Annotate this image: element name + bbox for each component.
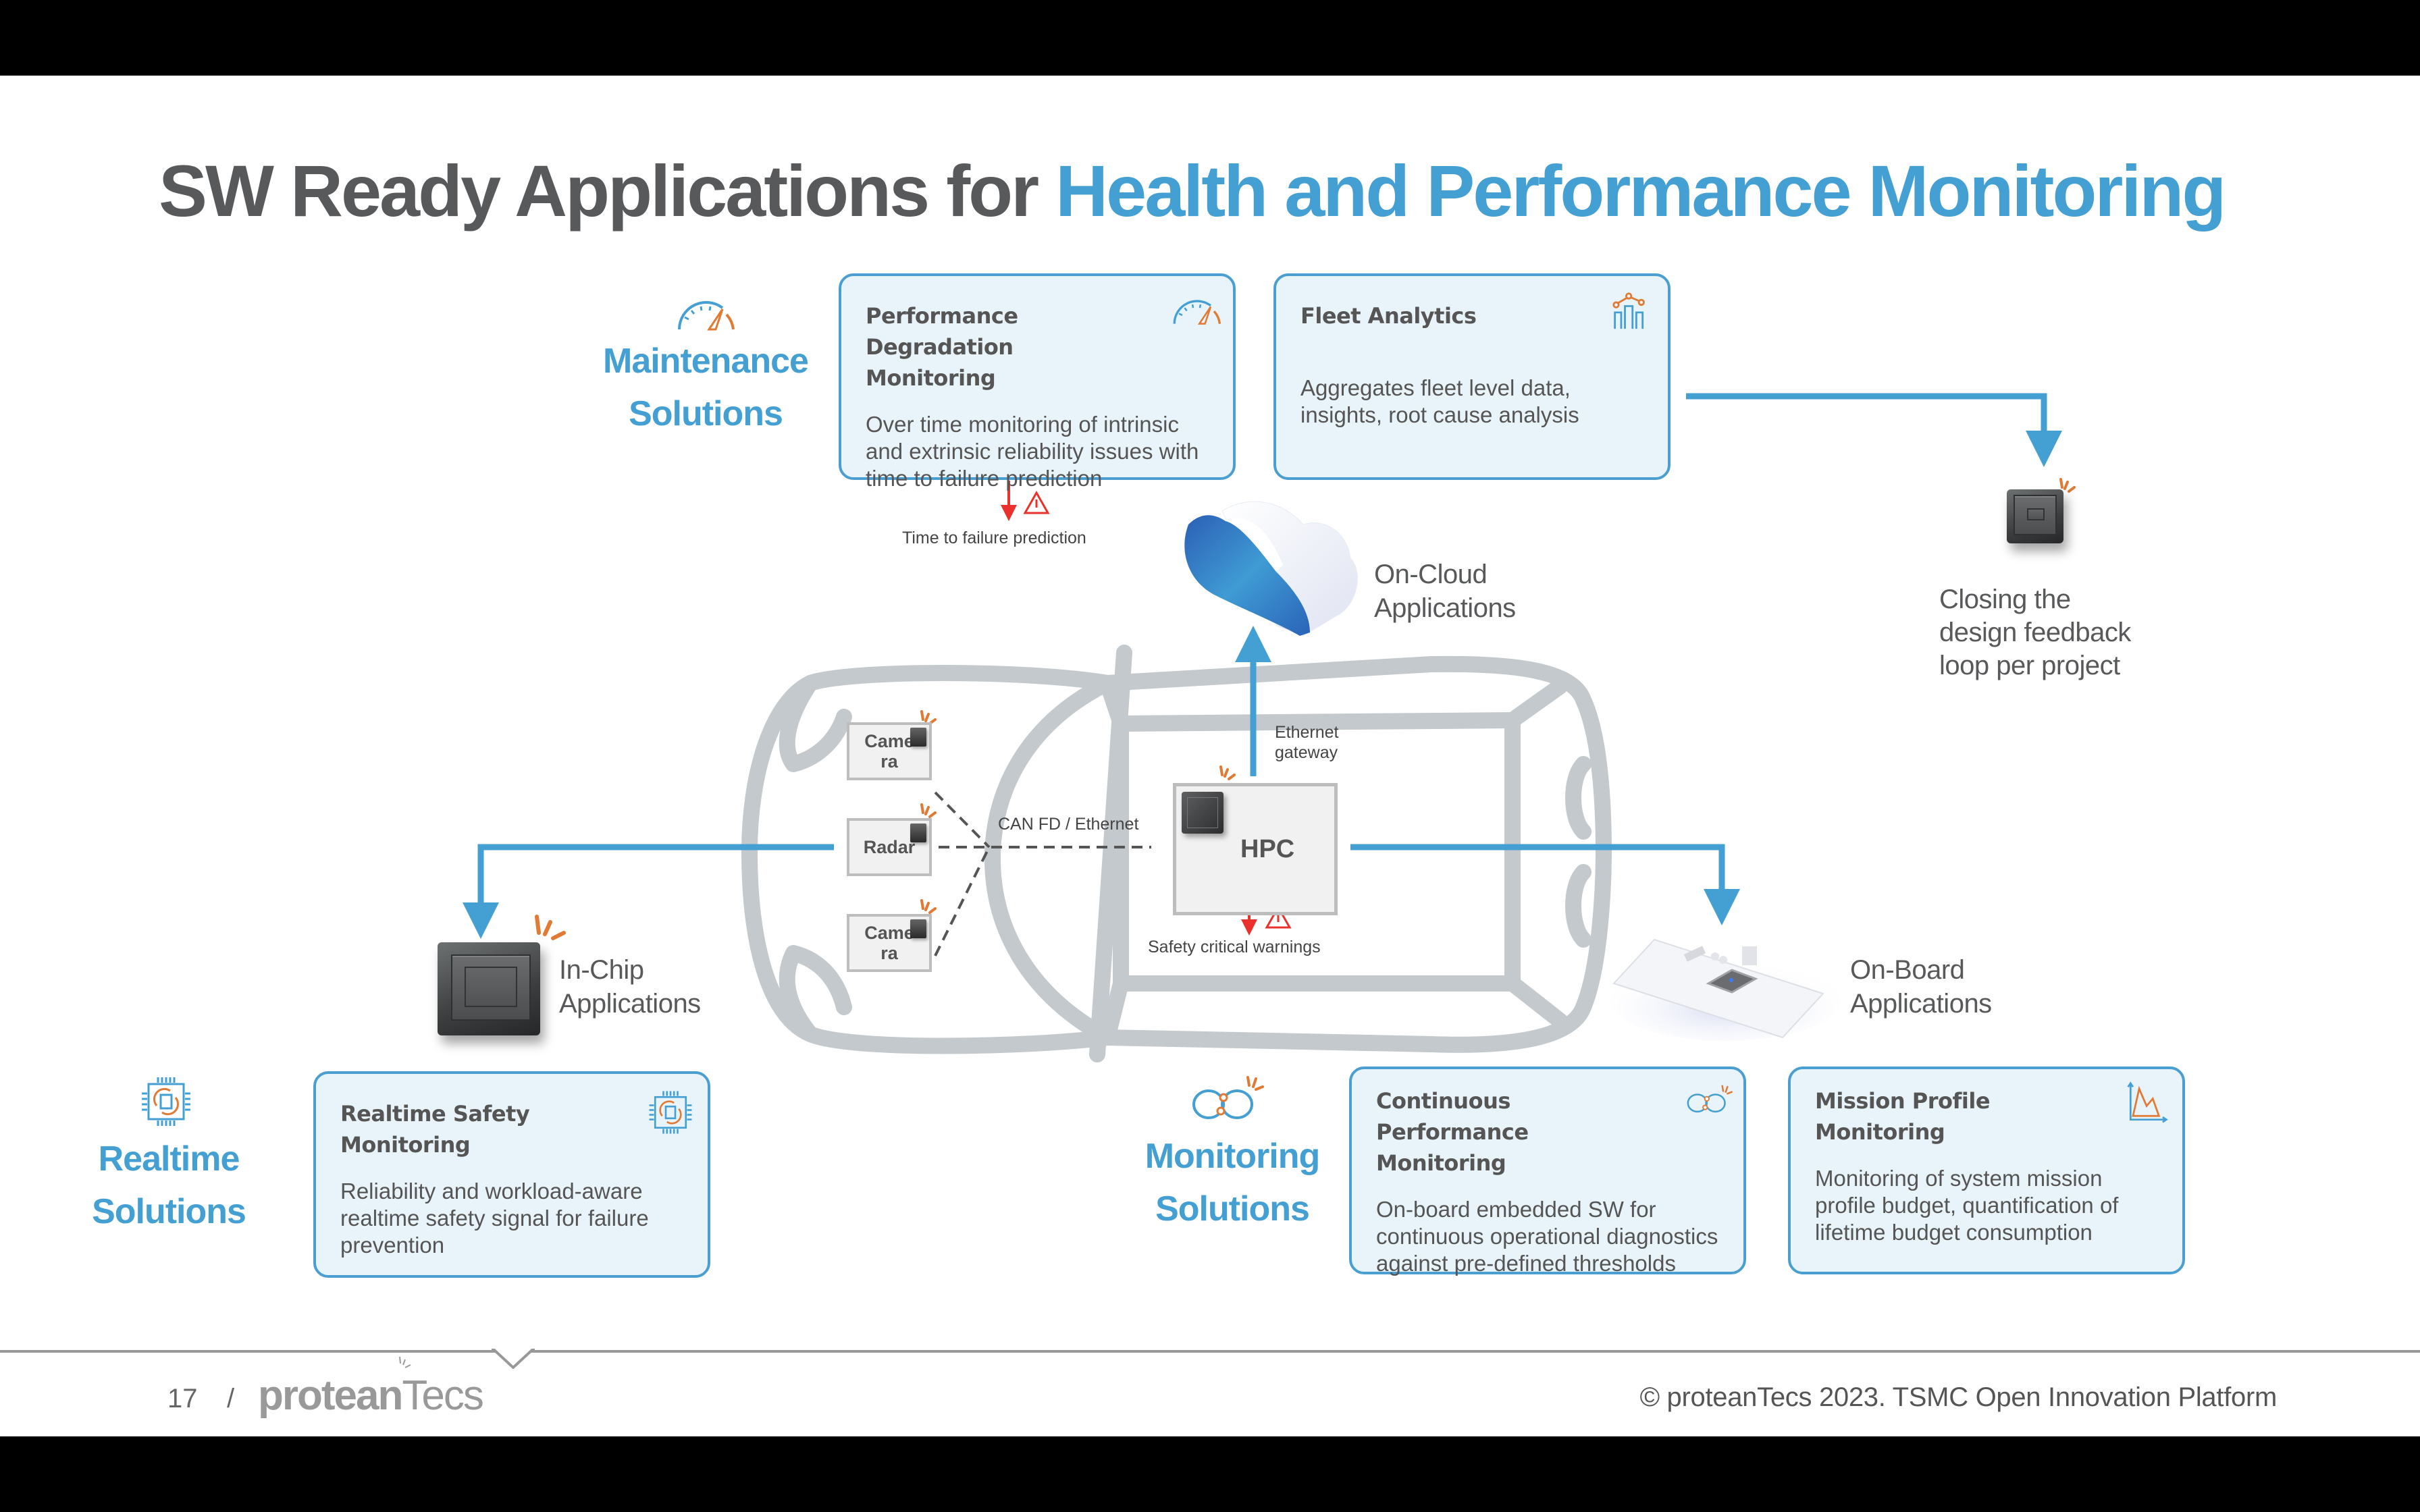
chip-cycle-icon: [142, 1077, 190, 1126]
speedometer-icon: [678, 301, 735, 331]
logo-light: Tecs: [402, 1372, 483, 1419]
page-separator: /: [227, 1384, 235, 1413]
label-line: In-Chip: [559, 955, 644, 985]
arrow-to-feedback: [1686, 393, 2062, 467]
card-description: Over time monitoring of intrinsic and ex…: [866, 412, 1199, 491]
card-description: Aggregates fleet level data, insights, r…: [1300, 375, 1579, 427]
label-line: Solutions: [629, 394, 783, 433]
logo-bold: protean: [258, 1372, 403, 1419]
card-description: On-board embedded SW for continuous oper…: [1376, 1197, 1718, 1276]
copyright-notice: © proteanTecs 2023. TSMC Open Innovation…: [1639, 1382, 2278, 1412]
on-cloud-label: On-Cloud Applications: [1374, 558, 1516, 625]
label-line: Solutions: [1155, 1189, 1310, 1228]
card-description: Reliability and workload-aware realtime …: [340, 1179, 649, 1258]
card-mission-profile[interactable]: Mission Profile Monitoring Monitoring of…: [1788, 1066, 2185, 1274]
sensor-camera-front[interactable]: Came ra: [847, 722, 932, 780]
hpc-box[interactable]: HPC: [1173, 783, 1338, 915]
feedback-loop-label: Closing the design feedback loop per pro…: [1939, 583, 2131, 682]
monitoring-solutions-label: Monitoring Solutions: [1114, 1130, 1350, 1235]
sensor-label: ra: [880, 751, 898, 772]
chip-icon: [910, 728, 926, 747]
cloud-icon: [1184, 501, 1358, 637]
label-line: Maintenance: [603, 342, 809, 381]
card-performance-degradation[interactable]: Performance Degradation Monitoring Over …: [839, 273, 1236, 491]
label-line: On-Board: [1850, 955, 1965, 985]
on-board-label: On-Board Applications: [1850, 953, 1992, 1021]
chip-cycle-icon: [649, 1091, 692, 1134]
arrow-to-in-chip: [463, 844, 834, 939]
sensor-label: Radar: [863, 837, 916, 857]
card-title: Performance Degradation Monitoring: [866, 303, 1018, 391]
feedback-chip-icon: [2007, 489, 2063, 543]
company-logo: proteanTecs: [258, 1372, 484, 1420]
sensor-label: Came: [864, 923, 914, 943]
infinity-loop-icon: [1192, 1076, 1264, 1119]
card-continuous-performance[interactable]: Continuous Performance Monitoring On-boa…: [1349, 1066, 1746, 1276]
label-line: On-Cloud: [1374, 560, 1488, 589]
label-line: gateway: [1275, 743, 1338, 762]
card-title: Fleet Analytics: [1300, 303, 1477, 329]
card-fleet-analytics[interactable]: Fleet Analytics Aggregates fleet level d…: [1273, 273, 1671, 480]
circuit-board-icon: [1610, 938, 1840, 1041]
bus-label: CAN FD / Ethernet: [998, 815, 1139, 834]
label-line: Realtime: [98, 1139, 240, 1179]
slide: SW Ready Applications for Health and Per…: [0, 76, 2420, 1436]
label-line: loop per project: [1939, 651, 2120, 680]
bar-chart-nodes-icon: [1612, 292, 1645, 329]
ethernet-gateway-label: Ethernet gateway: [1275, 722, 1339, 763]
label-line: design feedback: [1939, 618, 2131, 647]
realtime-solutions-label: Realtime Solutions: [68, 1133, 270, 1238]
label-line: Applications: [1374, 593, 1516, 623]
card-realtime-safety[interactable]: Realtime Safety Monitoring Reliability a…: [313, 1071, 710, 1278]
sensor-camera-rear[interactable]: Came ra: [847, 914, 932, 972]
label-line: Solutions: [92, 1192, 246, 1231]
hpc-chip-icon: [1182, 792, 1224, 834]
in-chip-icon: [438, 942, 540, 1035]
area-chart-icon: [2127, 1081, 2168, 1123]
footer-notch: [492, 1349, 535, 1369]
page-number: 17: [167, 1384, 198, 1413]
footer-divider: [0, 1350, 2420, 1353]
speedometer-icon: [1173, 300, 1221, 325]
safety-warnings-label: Safety critical warnings: [1148, 938, 1321, 956]
logo-spark-icon: [399, 1357, 411, 1368]
label-line: Ethernet: [1275, 723, 1339, 742]
label-line: Monitoring: [1145, 1137, 1321, 1176]
chip-icon: [910, 919, 926, 938]
card-title: Mission Profile Monitoring: [1815, 1088, 1991, 1145]
maintenance-solutions-label: Maintenance Solutions: [587, 335, 824, 440]
label-line: Applications: [1850, 989, 1992, 1019]
chip-icon: [910, 824, 926, 842]
card-title: Realtime Safety Monitoring: [340, 1101, 530, 1158]
label-line: Applications: [559, 989, 701, 1019]
card-title: Continuous Performance Monitoring: [1376, 1088, 1529, 1176]
card-description: Monitoring of system mission profile bud…: [1815, 1166, 2119, 1245]
sensor-label: Came: [864, 731, 914, 751]
sensor-label: ra: [880, 943, 898, 963]
label-line: Closing the: [1939, 585, 2071, 614]
hpc-label: HPC: [1240, 835, 1295, 863]
sensor-radar[interactable]: Radar: [847, 818, 932, 876]
time-to-failure-label: Time to failure prediction: [902, 529, 1086, 547]
infinity-loop-icon: [1687, 1085, 1733, 1113]
arrow-to-on-board: [1350, 844, 1740, 925]
in-chip-label: In-Chip Applications: [559, 953, 701, 1021]
